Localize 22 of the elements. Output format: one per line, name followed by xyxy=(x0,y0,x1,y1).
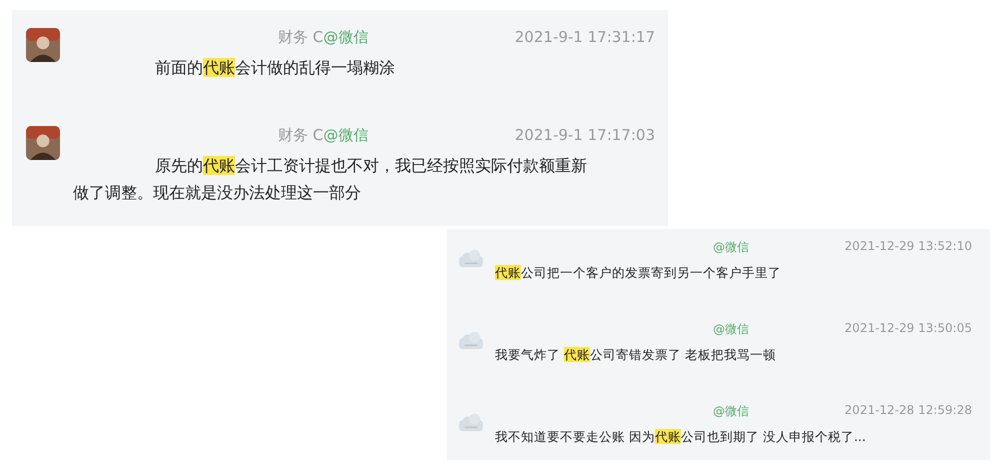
avatar-icon xyxy=(26,126,60,160)
avatar-icon xyxy=(457,411,485,433)
source-label: @微信 xyxy=(323,28,368,46)
message-time: 2021-9-1 17:31:17 xyxy=(514,28,655,48)
message-text: 我要气炸了 代账公司寄错发票了 老板把我骂一顿 xyxy=(495,346,777,364)
source-label: @微信 xyxy=(323,126,368,144)
avatar-icon xyxy=(457,247,485,269)
source-label: @微信 xyxy=(713,404,749,418)
message-text: 代账公司把一个客户的发票寄到另一个客户手里了 xyxy=(495,264,782,282)
sender-name: 财务 C xyxy=(278,28,324,46)
avatar-icon xyxy=(457,329,485,351)
source-label: @微信 xyxy=(713,322,749,336)
message-time: 2021-9-1 17:17:03 xyxy=(514,126,655,146)
message-text: 我不知道要不要走公账 因为代账公司也到期了 没人申报个税了... xyxy=(495,428,867,446)
sender-name: 财务 C xyxy=(278,126,324,144)
message-time: 2021-12-29 13:52:10 xyxy=(844,239,972,255)
message-time: 2021-12-28 12:59:28 xyxy=(844,403,972,419)
source-label: @微信 xyxy=(713,240,749,254)
message-text: 前面的代账会计做的乱得一塌糊涂 xyxy=(154,57,396,79)
message-text: 原先的代账会计工资计提也不对，我已经按照实际付款额重新做了调整。现在就是没办法处理这一部分 xyxy=(73,155,588,204)
avatar-icon xyxy=(26,28,60,62)
message-time: 2021-12-29 13:50:05 xyxy=(844,321,972,337)
